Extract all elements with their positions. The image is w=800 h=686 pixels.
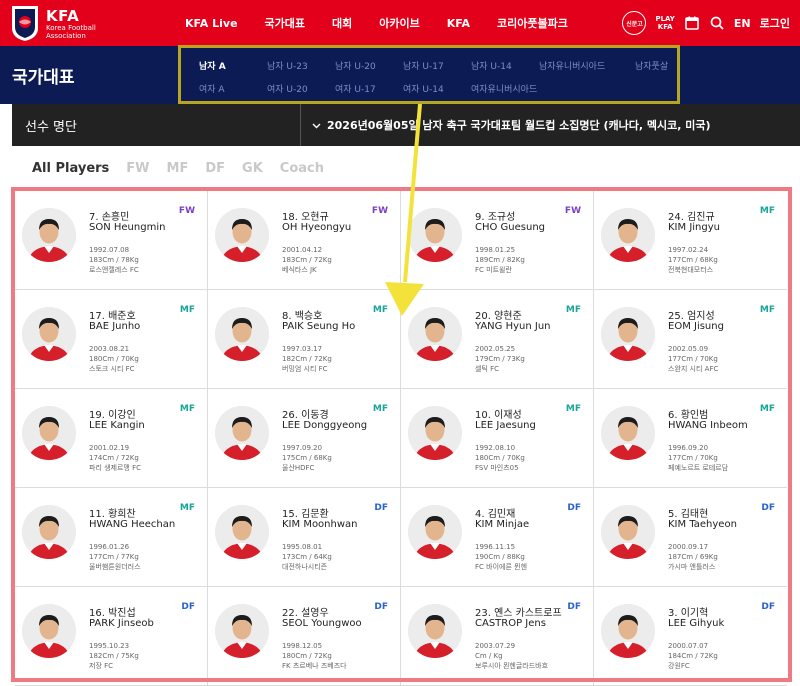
brand-name: KFA [46, 7, 80, 25]
calendar-icon[interactable] [684, 15, 700, 31]
language-toggle[interactable]: EN [734, 17, 751, 30]
top-navigation: KFA Korea Football Association KFA Live … [0, 0, 800, 46]
filter-gk[interactable]: GK [242, 161, 263, 176]
sinmungo-badge[interactable]: 신문고 [622, 11, 647, 35]
menu-item-competitions[interactable]: 대회 [332, 15, 352, 31]
player-grid-highlight [11, 187, 792, 682]
kfa-logo[interactable]: KFA Korea Football Association [10, 4, 140, 44]
tab-women-u20[interactable]: 여자 U-20 [267, 82, 335, 96]
play-kfa-line2: KFA [657, 23, 673, 31]
page-title: 국가대표 [12, 68, 75, 88]
tab-men-a[interactable]: 남자 A [199, 59, 267, 73]
login-link[interactable]: 로그인 [760, 15, 790, 31]
tab-men-u23[interactable]: 남자 U-23 [267, 59, 335, 73]
team-submenu: 남자 A 남자 U-23 남자 U-20 남자 U-17 남자 U-14 남자유… [178, 45, 680, 104]
filter-df[interactable]: DF [205, 161, 225, 176]
menu-item-kfa-live[interactable]: KFA Live [185, 17, 238, 30]
menu-item-national-team[interactable]: 국가대표 [265, 15, 305, 31]
tab-women-u17[interactable]: 여자 U-17 [335, 82, 403, 96]
position-filter: All Players FW MF DF GK Coach [32, 161, 341, 176]
filter-mf[interactable]: MF [167, 161, 189, 176]
tab-women-u14[interactable]: 여자 U-14 [403, 82, 471, 96]
main-menu: KFA Live 국가대표 대회 아카이브 KFA 코리아풋볼파크 [185, 0, 595, 46]
submenu-row-women: 여자 A 여자 U-20 여자 U-17 여자 U-14 여자유니버시아드 [199, 82, 567, 96]
filter-coach[interactable]: Coach [280, 161, 324, 176]
kfa-emblem-icon [12, 6, 38, 41]
tab-men-u14[interactable]: 남자 U-14 [471, 59, 539, 73]
play-kfa-button[interactable]: PLAY KFA [655, 15, 674, 31]
roster-label: 선수 명단 [25, 120, 77, 135]
menu-item-kfa[interactable]: KFA [447, 17, 470, 30]
roster-select-value: 2026년06월05일 남자 축구 국가대표팀 월드컵 소집명단 (캐나다, 멕… [327, 119, 711, 132]
roster-select[interactable]: 2026년06월05일 남자 축구 국가대표팀 월드컵 소집명단 (캐나다, 멕… [312, 117, 711, 133]
filter-fw[interactable]: FW [126, 161, 149, 176]
filter-all-players[interactable]: All Players [32, 161, 109, 176]
menu-item-archive[interactable]: 아카이브 [379, 15, 419, 31]
tab-men-u20[interactable]: 남자 U-20 [335, 59, 403, 73]
chevron-down-icon [312, 119, 321, 132]
tab-women-a[interactable]: 여자 A [199, 82, 267, 96]
tab-men-u17[interactable]: 남자 U-17 [403, 59, 471, 73]
brand-subtitle: Korea Football Association [46, 24, 96, 40]
roster-bar: 선수 명단 2026년06월05일 남자 축구 국가대표팀 월드컵 소집명단 (… [12, 104, 800, 146]
utility-icons: 신문고 PLAY KFA EN 로그인 [622, 0, 790, 46]
menu-item-korea-football-park[interactable]: 코리아풋볼파크 [497, 15, 568, 31]
tab-men-futsal[interactable]: 남자풋살 [635, 59, 703, 73]
submenu-row-men: 남자 A 남자 U-23 남자 U-20 남자 U-17 남자 U-14 남자유… [199, 59, 703, 73]
tab-men-universiade[interactable]: 남자유니버시아드 [539, 59, 635, 73]
roster-divider [300, 104, 301, 146]
tab-women-universiade[interactable]: 여자유니버시아드 [471, 82, 567, 96]
search-icon[interactable] [709, 15, 725, 31]
play-kfa-line1: PLAY [655, 15, 675, 23]
